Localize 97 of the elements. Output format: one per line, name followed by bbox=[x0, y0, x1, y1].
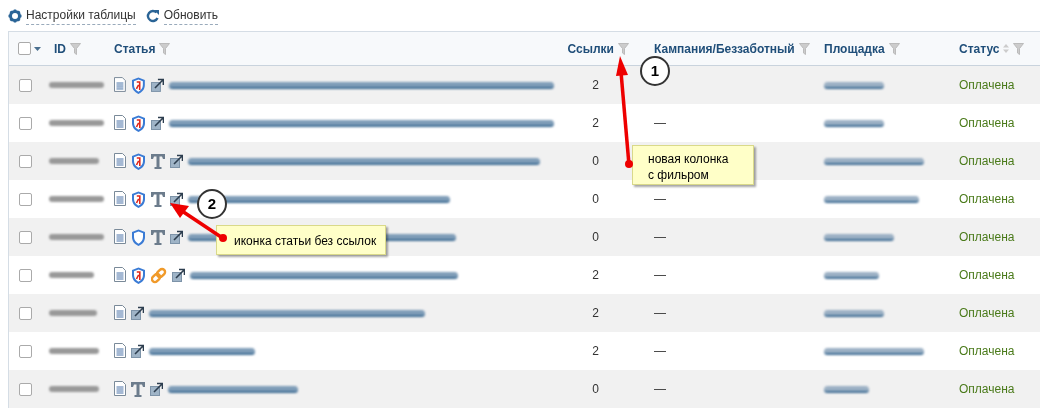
external-link-icon bbox=[170, 230, 183, 244]
blurred-text bbox=[824, 309, 884, 317]
document-icon bbox=[114, 267, 126, 283]
filter-icon bbox=[1013, 42, 1025, 55]
table-cell: — bbox=[654, 344, 666, 358]
blurred-text bbox=[49, 234, 104, 240]
table-cell: — bbox=[654, 306, 666, 320]
text-format-icon bbox=[151, 229, 165, 245]
table-cell: — bbox=[654, 268, 666, 282]
text-format-icon bbox=[131, 381, 145, 397]
document-icon bbox=[114, 77, 126, 93]
document-icon bbox=[114, 381, 126, 397]
table-cell: 2 bbox=[592, 116, 599, 130]
document-icon bbox=[114, 153, 126, 169]
column-header[interactable]: Статья bbox=[114, 39, 156, 58]
callout-note: иконка статьи без ссылок bbox=[216, 225, 386, 255]
document-icon bbox=[114, 229, 126, 245]
filter-icon bbox=[159, 42, 171, 55]
shield-icon bbox=[131, 190, 146, 208]
status-text: Оплачена bbox=[959, 154, 1015, 168]
filter-icon bbox=[888, 42, 900, 55]
table-cell: — bbox=[654, 382, 666, 396]
table-cell: 0 bbox=[592, 230, 599, 244]
chain-icon bbox=[151, 266, 167, 284]
document-icon bbox=[114, 191, 126, 207]
checkbox[interactable] bbox=[18, 42, 31, 55]
column-header[interactable]: ID bbox=[54, 39, 66, 58]
status-text: Оплачена bbox=[959, 116, 1015, 130]
blurred-text bbox=[49, 158, 99, 164]
table-cell: 2 bbox=[592, 78, 599, 92]
shield-icon bbox=[131, 228, 146, 246]
table-cell: 2 bbox=[592, 306, 599, 320]
checkbox[interactable] bbox=[19, 192, 32, 206]
status-text: Оплачена bbox=[959, 230, 1015, 244]
status-text: Оплачена bbox=[959, 192, 1015, 206]
checkbox[interactable] bbox=[19, 344, 32, 358]
checkbox[interactable] bbox=[19, 268, 32, 282]
blurred-text bbox=[824, 271, 879, 279]
blurred-text bbox=[824, 385, 869, 393]
table-cell: 0 bbox=[592, 154, 599, 168]
shield-icon bbox=[131, 266, 146, 284]
filter-icon bbox=[70, 42, 81, 55]
column-header[interactable]: Ссылки bbox=[567, 39, 614, 58]
table-cell: 2 bbox=[592, 268, 599, 282]
shield-icon bbox=[131, 152, 146, 170]
column-header[interactable]: Площадка bbox=[824, 39, 885, 58]
checkbox[interactable] bbox=[19, 154, 32, 168]
shield-icon bbox=[131, 114, 146, 132]
refresh-icon bbox=[145, 8, 160, 23]
checkbox[interactable] bbox=[19, 306, 32, 320]
text-format-icon bbox=[151, 153, 165, 169]
document-icon bbox=[114, 343, 126, 359]
checkbox[interactable] bbox=[19, 230, 32, 244]
table-cell: 2 bbox=[592, 344, 599, 358]
filter-icon bbox=[798, 42, 810, 55]
external-link-icon bbox=[131, 306, 144, 320]
status-text: Оплачена bbox=[959, 382, 1015, 396]
blurred-text bbox=[49, 196, 104, 202]
table-cell: 0 bbox=[592, 192, 599, 206]
table-cell: — bbox=[654, 116, 666, 130]
checkbox[interactable] bbox=[19, 78, 32, 92]
caret-icon bbox=[34, 46, 41, 51]
settings-link[interactable]: Настройки таблицы bbox=[8, 6, 136, 25]
settings-icon bbox=[8, 8, 22, 23]
external-link-icon bbox=[170, 154, 183, 168]
table-cell: — bbox=[654, 230, 666, 244]
text-format-icon bbox=[151, 191, 165, 207]
blurred-text bbox=[49, 82, 104, 88]
checkbox[interactable] bbox=[19, 116, 32, 130]
blurred-text bbox=[49, 272, 94, 278]
blurred-text bbox=[49, 310, 97, 316]
external-link-icon bbox=[131, 344, 144, 358]
blurred-text bbox=[824, 233, 894, 241]
external-link-icon bbox=[150, 78, 164, 92]
status-text: Оплачена bbox=[959, 344, 1015, 358]
refresh-link[interactable]: Обновить bbox=[145, 6, 219, 25]
blurred-text bbox=[824, 119, 884, 127]
status-text: Оплачена bbox=[959, 306, 1015, 320]
document-icon bbox=[114, 305, 126, 321]
column-header[interactable]: Кампания/Беззаботный bbox=[654, 39, 795, 58]
column-header[interactable]: Статус bbox=[959, 39, 1000, 58]
document-icon bbox=[114, 115, 126, 131]
external-link-icon bbox=[172, 268, 185, 282]
blurred-text bbox=[49, 120, 104, 126]
blurred-text bbox=[49, 386, 99, 392]
shield-icon bbox=[130, 76, 146, 94]
status-text: Оплачена bbox=[959, 78, 1015, 92]
blurred-text bbox=[824, 81, 884, 89]
callout-note: новая колонка с фильром bbox=[632, 145, 754, 185]
table-cell: — bbox=[654, 192, 666, 206]
table-cell: 0 bbox=[592, 382, 599, 396]
external-link-icon bbox=[151, 116, 164, 130]
status-text: Оплачена bbox=[959, 268, 1015, 282]
checkbox[interactable] bbox=[19, 382, 32, 396]
external-link-icon bbox=[150, 382, 163, 396]
filter-icon bbox=[618, 42, 629, 55]
blurred-text bbox=[49, 348, 99, 354]
